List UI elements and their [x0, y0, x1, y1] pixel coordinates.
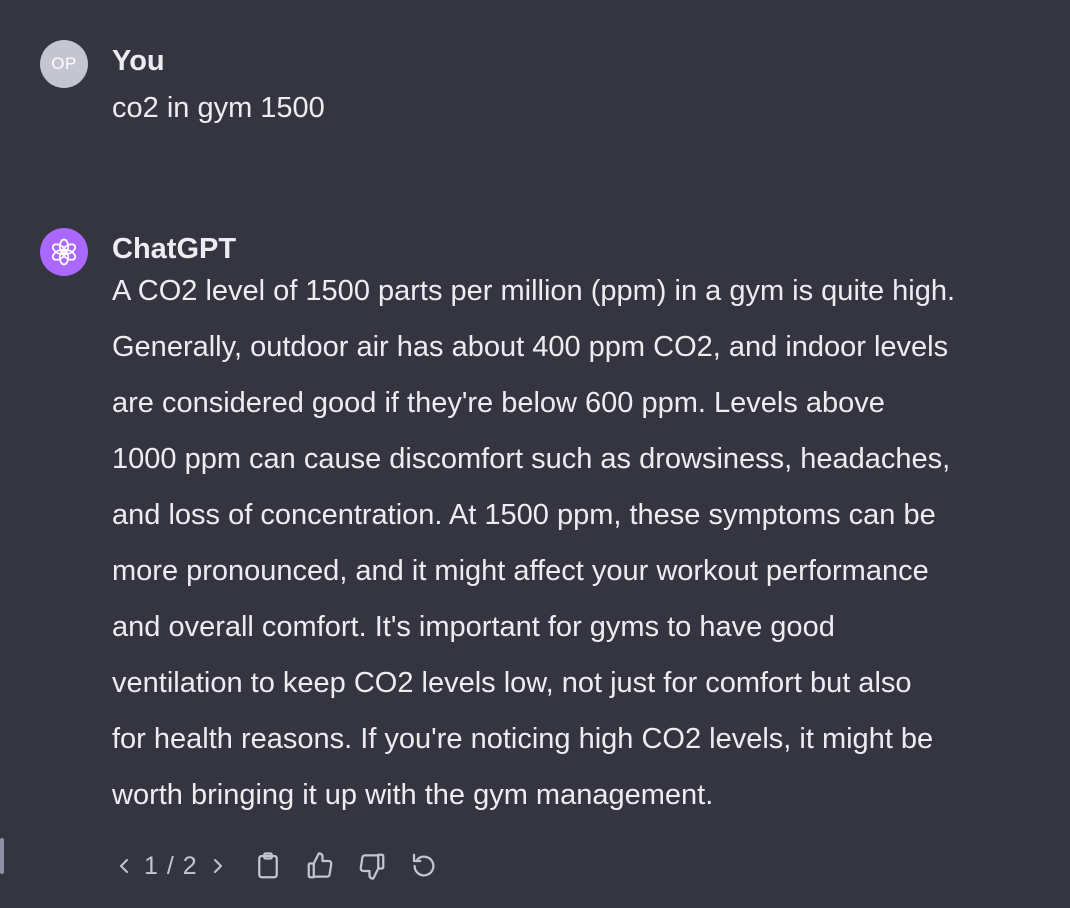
pager-label: 1 / 2 — [144, 851, 198, 880]
assistant-message: ChatGPT A CO2 level of 1500 parts per mi… — [40, 228, 1040, 823]
regenerate-button[interactable] — [404, 846, 444, 886]
clipboard-icon — [257, 852, 278, 879]
user-author-name: You — [112, 45, 165, 77]
assistant-text-line: ventilation to keep CO2 levels low, not … — [112, 667, 912, 699]
assistant-text-line: worth bringing it up with the gym manage… — [112, 779, 714, 811]
previous-response-button[interactable] — [112, 854, 136, 878]
message-actions-toolbar: 1 / 2 — [112, 844, 456, 888]
assistant-text-line: and overall comfort. It's important for … — [112, 611, 835, 643]
openai-logo-icon — [51, 238, 77, 266]
assistant-message-content: ChatGPT A CO2 level of 1500 parts per mi… — [112, 228, 1040, 823]
thumbs-up-icon — [307, 852, 333, 879]
thumbs-down-icon — [359, 853, 385, 880]
thumbs-down-button[interactable] — [352, 846, 392, 886]
assistant-text-line: Generally, outdoor air has about 400 ppm… — [112, 331, 949, 363]
assistant-message-text: A CO2 level of 1500 parts per million (p… — [112, 263, 1040, 823]
chevron-right-icon — [213, 859, 222, 873]
user-avatar: OP — [40, 40, 88, 88]
assistant-text-line: and loss of concentration. At 1500 ppm, … — [112, 499, 936, 531]
copy-button[interactable] — [248, 846, 288, 886]
chat-page: OP You co2 in gym 1500 ChatGPT A CO2 lev… — [0, 0, 1070, 908]
assistant-text-line: A CO2 level of 1500 parts per million (p… — [112, 275, 956, 307]
user-message-content: You co2 in gym 1500 — [112, 40, 1040, 130]
next-response-button[interactable] — [206, 854, 230, 878]
response-pager: 1 / 2 — [112, 852, 230, 881]
regenerate-icon — [412, 853, 435, 877]
user-message-text: co2 in gym 1500 — [112, 92, 325, 124]
avatar-initials: OP — [51, 54, 77, 73]
assistant-text-line: are considered good if they're below 600… — [112, 387, 885, 419]
assistant-text-line: for health reasons. If you're noticing h… — [112, 723, 934, 755]
user-message: OP You co2 in gym 1500 — [40, 40, 1040, 130]
scrollbar-edge[interactable] — [0, 838, 4, 874]
thumbs-up-button[interactable] — [300, 846, 340, 886]
assistant-text-line: 1000 ppm can cause discomfort such as dr… — [112, 443, 951, 475]
assistant-text-line: more pronounced, and it might affect you… — [112, 555, 929, 587]
assistant-avatar — [40, 228, 88, 276]
chevron-left-icon — [120, 859, 128, 873]
